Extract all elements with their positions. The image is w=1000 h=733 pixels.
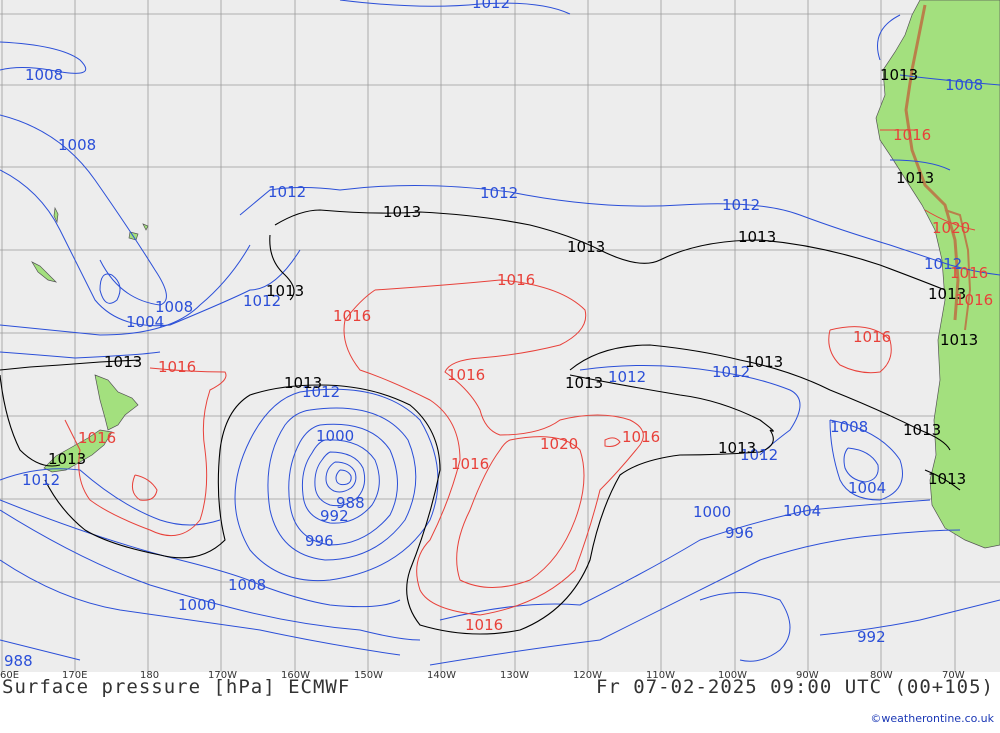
longitude-label: 130W xyxy=(500,670,529,681)
isobar-label: 1000 xyxy=(693,503,731,521)
isobar-label: 1016 xyxy=(447,366,485,384)
isobar-label: 1012 xyxy=(22,471,60,489)
longitude-label: 150W xyxy=(354,670,383,681)
isobar-label: 1016 xyxy=(853,328,891,346)
isobar-label: 996 xyxy=(725,524,754,542)
isobar-label: 1008 xyxy=(228,576,266,594)
isobar-label: 1016 xyxy=(955,291,993,309)
isobar-label: 1013 xyxy=(266,282,304,300)
isobar-label: 1016 xyxy=(333,307,371,325)
isobar-label: 1004 xyxy=(848,479,886,497)
isobar-label: 1013 xyxy=(104,353,142,371)
isobar-label: 1013 xyxy=(738,228,776,246)
isobar-label: 988 xyxy=(336,494,365,512)
isobar-label: 1016 xyxy=(78,429,116,447)
pressure-map: 1012 1008 1008 1012 1012 1012 1008 1004 … xyxy=(0,0,1000,672)
isobar-label: 1012 xyxy=(472,0,510,12)
isobar-label: 1012 xyxy=(608,368,646,386)
isobar-label: 1016 xyxy=(497,271,535,289)
isobar-label: 1013 xyxy=(880,66,918,84)
isobar-label: 1012 xyxy=(268,183,306,201)
isobar-label: 1000 xyxy=(316,427,354,445)
isobar-label: 1016 xyxy=(950,264,988,282)
isobar-label: 1008 xyxy=(25,66,63,84)
footer-bar: 60E 170E 180 170W 160W 150W 140W 130W 12… xyxy=(0,670,1000,733)
isobar-label: 1016 xyxy=(451,455,489,473)
isobar-label: 1012 xyxy=(722,196,760,214)
isobar-label: 1013 xyxy=(940,331,978,349)
isobar-label: 1016 xyxy=(465,616,503,634)
isobar-label: 1020 xyxy=(540,435,578,453)
isobar-label: 1008 xyxy=(945,76,983,94)
map-title: Surface pressure [hPa] ECMWF xyxy=(2,676,351,698)
isobar-label: 1016 xyxy=(622,428,660,446)
isobar-label: 1008 xyxy=(830,418,868,436)
isobar-label: 1016 xyxy=(158,358,196,376)
isobar-label: 1016 xyxy=(893,126,931,144)
isobar-label: 1013 xyxy=(903,421,941,439)
longitude-label: 140W xyxy=(427,670,456,681)
site-credit[interactable]: ©weatherontine.co.uk xyxy=(870,712,994,725)
isobar-label: 1000 xyxy=(178,596,216,614)
isobar-label: 1013 xyxy=(565,374,603,392)
isobar-label: 1013 xyxy=(383,203,421,221)
valid-time: Fr 07-02-2025 09:00 UTC (00+105) xyxy=(595,676,994,698)
isobar-label: 1013 xyxy=(284,374,322,392)
ocean-background xyxy=(0,0,1000,672)
isobar-label: 1004 xyxy=(783,502,821,520)
isobar-label: 1020 xyxy=(932,219,970,237)
isobar-label: 1013 xyxy=(567,238,605,256)
isobar-label: 1013 xyxy=(48,450,86,468)
isobar-label: 1013 xyxy=(896,169,934,187)
isobar-label: 992 xyxy=(857,628,886,646)
isobar-label: 996 xyxy=(305,532,334,550)
isobar-label: 1013 xyxy=(928,470,966,488)
isobar-label: 1013 xyxy=(718,439,756,457)
isobar-label: 1008 xyxy=(58,136,96,154)
isobar-label: 1012 xyxy=(480,184,518,202)
